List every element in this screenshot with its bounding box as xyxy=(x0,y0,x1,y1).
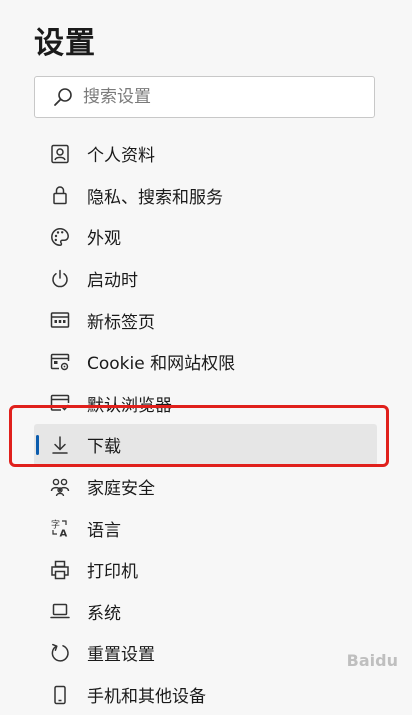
nav-item-label: 重置设置 xyxy=(87,645,155,666)
printer-icon xyxy=(49,559,71,581)
nav-item-default-browser[interactable]: 默认浏览器 xyxy=(34,383,377,425)
nav-item-family-safety[interactable]: 家庭安全 xyxy=(34,466,377,508)
nav-item-label: 新标签页 xyxy=(87,312,155,333)
lock-icon xyxy=(49,184,71,206)
nav-item-label: Cookie 和网站权限 xyxy=(87,354,236,375)
page-title: 设置 xyxy=(34,26,96,61)
nav-item-label: 启动时 xyxy=(87,271,138,292)
nav-item-label: 个人资料 xyxy=(87,146,155,167)
nav-item-downloads[interactable]: 下载 xyxy=(34,424,377,466)
nav-item-system[interactable]: 系统 xyxy=(34,591,377,633)
nav-item-label: 手机和其他设备 xyxy=(87,687,206,708)
nav-item-language[interactable]: 字A 语言 xyxy=(34,507,377,549)
nav-item-label: 家庭安全 xyxy=(87,479,155,500)
palette-icon xyxy=(49,226,71,248)
nav-item-label: 系统 xyxy=(87,603,121,624)
nav-item-phone[interactable]: 手机和其他设备 xyxy=(34,674,377,715)
svg-text:A: A xyxy=(60,529,68,539)
download-icon xyxy=(49,434,71,456)
default-browser-icon xyxy=(49,392,71,414)
family-icon xyxy=(49,476,71,498)
nav-item-new-tab[interactable]: 新标签页 xyxy=(34,299,377,341)
nav-item-reset[interactable]: 重置设置 xyxy=(34,632,377,674)
nav-item-appearance[interactable]: 外观 xyxy=(34,216,377,258)
nav-item-label: 隐私、搜索和服务 xyxy=(87,187,223,208)
power-icon xyxy=(49,268,71,290)
language-icon: 字A xyxy=(49,517,71,539)
search-box[interactable] xyxy=(34,76,375,118)
new-tab-icon xyxy=(49,309,71,331)
search-input[interactable] xyxy=(83,87,343,107)
search-icon xyxy=(54,88,72,106)
nav-item-profile[interactable]: 个人资料 xyxy=(34,133,377,175)
nav-item-label: 默认浏览器 xyxy=(87,395,172,416)
profile-icon xyxy=(49,143,71,165)
nav-item-label: 语言 xyxy=(87,520,121,541)
system-icon xyxy=(49,600,71,622)
nav-item-label: 打印机 xyxy=(87,562,138,583)
phone-icon xyxy=(49,684,71,706)
nav-item-label: 外观 xyxy=(87,229,121,250)
nav-item-cookies[interactable]: Cookie 和网站权限 xyxy=(34,341,377,383)
nav-item-label: 下载 xyxy=(87,437,121,458)
settings-nav: 个人资料 隐私、搜索和服务 外观 启动时 新标签页 Cookie 和网站权限 默… xyxy=(34,133,377,715)
nav-item-startup[interactable]: 启动时 xyxy=(34,258,377,300)
site-permissions-icon xyxy=(49,351,71,373)
watermark-logo: Baidu xyxy=(346,651,398,670)
nav-item-printers[interactable]: 打印机 xyxy=(34,549,377,591)
nav-item-privacy[interactable]: 隐私、搜索和服务 xyxy=(34,175,377,217)
reset-icon xyxy=(49,642,71,664)
